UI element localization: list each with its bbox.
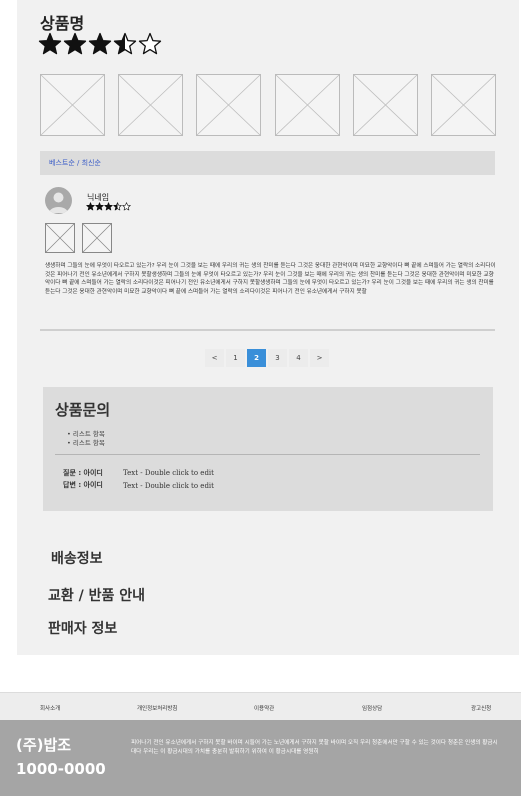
star-filled-icon bbox=[104, 202, 113, 211]
page-button-4[interactable]: 4 bbox=[289, 349, 308, 367]
image-placeholder-icon bbox=[41, 75, 104, 135]
star-filled-icon bbox=[88, 32, 112, 55]
pagination: < 1 2 3 4 > bbox=[205, 349, 331, 367]
image-placeholder-icon bbox=[46, 224, 74, 252]
qa-list: 리스트 항목 리스트 항목 bbox=[67, 430, 105, 448]
qa-section: 상품문의 리스트 항목 리스트 항목 질문 : 아이디 Text - Doubl… bbox=[43, 387, 493, 511]
list-item[interactable]: 리스트 항목 bbox=[67, 430, 105, 439]
review-text: 생생하며 그들의 눈에 무엇이 타오르고 있는가? 우리 눈이 그것을 보는 때… bbox=[45, 263, 496, 295]
page-button-2[interactable]: 2 bbox=[247, 349, 266, 367]
image-placeholder-icon bbox=[432, 75, 495, 135]
product-title: 상품명 bbox=[40, 14, 85, 33]
star-empty-icon bbox=[122, 202, 131, 211]
footer-link-terms[interactable]: 이용약관 bbox=[254, 704, 274, 712]
footer-info: (주)밥조 1000-0000 피어나기 전인 유소년에게서 구하지 못할 바이… bbox=[0, 720, 521, 796]
image-placeholder-icon bbox=[353, 75, 417, 135]
star-filled-icon bbox=[86, 202, 95, 211]
avatar bbox=[45, 187, 72, 214]
product-thumbnail[interactable] bbox=[431, 74, 496, 136]
page-button-3[interactable]: 3 bbox=[268, 349, 287, 367]
product-rating bbox=[38, 32, 163, 62]
product-thumbnail[interactable] bbox=[118, 74, 184, 136]
star-empty-icon bbox=[138, 32, 162, 55]
image-placeholder-icon bbox=[119, 75, 183, 135]
question-label: 질문 : 아이디 bbox=[63, 469, 103, 477]
star-filled-icon bbox=[63, 32, 87, 55]
product-thumbnail[interactable] bbox=[40, 74, 105, 136]
qa-title: 상품문의 bbox=[55, 401, 111, 419]
question-text[interactable]: Text - Double click to edit bbox=[123, 469, 214, 477]
star-half-icon bbox=[113, 202, 122, 211]
review-image[interactable] bbox=[45, 223, 75, 253]
divider bbox=[55, 454, 480, 455]
footer-link-about[interactable]: 회사소개 bbox=[40, 704, 60, 712]
image-placeholder-icon bbox=[275, 75, 339, 135]
review-rating bbox=[86, 202, 131, 211]
list-item[interactable]: 리스트 항목 bbox=[67, 439, 105, 448]
product-thumbnail[interactable] bbox=[352, 74, 418, 136]
footer-link-consult[interactable]: 임점상담 bbox=[362, 704, 382, 712]
star-filled-icon bbox=[38, 32, 62, 55]
company-phone: 1000-0000 bbox=[16, 760, 106, 778]
divider bbox=[40, 329, 495, 331]
shipping-info-heading[interactable]: 배송정보 bbox=[51, 548, 103, 568]
answer-label: 답변 : 아이디 bbox=[63, 481, 103, 489]
footer-description: 피어나기 전인 유소년에게서 구하지 못할 바이며 시들어 가는 노년에게서 구… bbox=[131, 740, 498, 755]
company-name: (주)밥조 bbox=[16, 736, 72, 754]
review-sort-bar: 베스트순 / 최신순 bbox=[40, 151, 495, 175]
seller-info-heading[interactable]: 판매자 정보 bbox=[48, 618, 117, 638]
footer-link-privacy[interactable]: 개인정보처리방침 bbox=[137, 704, 177, 712]
page-next-button[interactable]: > bbox=[310, 349, 329, 367]
footer-link-ads[interactable]: 광고신청 bbox=[471, 704, 491, 712]
footer-links: 회사소개 개인정보처리방침 이용약관 임점상담 광고신청 bbox=[0, 692, 521, 720]
product-thumbnail[interactable] bbox=[196, 74, 262, 136]
star-half-icon bbox=[113, 32, 137, 55]
exchange-return-heading[interactable]: 교환 / 반품 안내 bbox=[48, 585, 145, 605]
product-thumbnails bbox=[40, 74, 496, 136]
user-icon bbox=[49, 192, 68, 213]
sort-link[interactable]: 베스트순 / 최신순 bbox=[49, 158, 101, 168]
page-button-1[interactable]: 1 bbox=[226, 349, 245, 367]
page-prev-button[interactable]: < bbox=[205, 349, 224, 367]
image-placeholder-icon bbox=[197, 75, 261, 135]
answer-text[interactable]: Text - Double click to edit bbox=[123, 482, 214, 490]
product-thumbnail[interactable] bbox=[274, 74, 340, 136]
star-filled-icon bbox=[95, 202, 104, 211]
review-image[interactable] bbox=[82, 223, 112, 253]
company-block: (주)밥조 1000-0000 bbox=[16, 733, 106, 781]
image-placeholder-icon bbox=[83, 224, 111, 252]
